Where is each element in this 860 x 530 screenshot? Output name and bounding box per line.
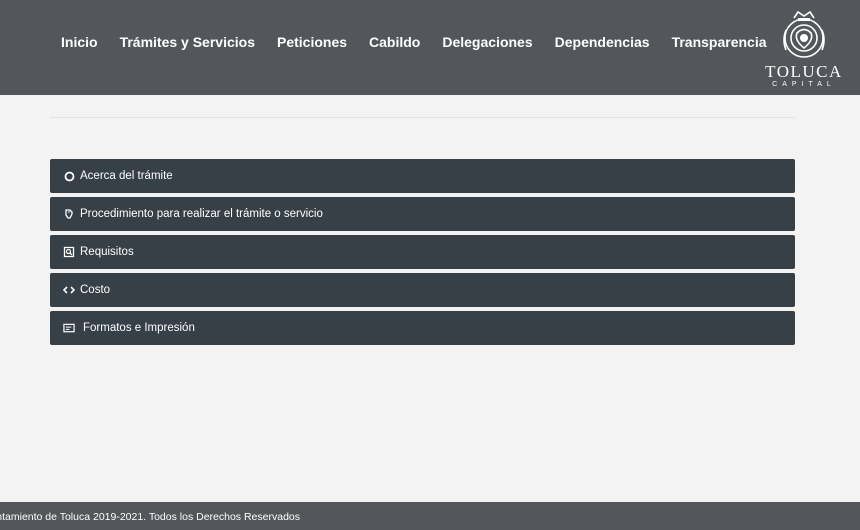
main-nav: Inicio Trámites y Servicios Peticiones C… [50, 31, 778, 53]
logo-subtitle: CAPITAL [772, 81, 836, 88]
hand-pointer-icon [63, 208, 75, 220]
tramite-accordion: Acerca del trámite Procedimiento para re… [50, 159, 795, 349]
accordion-item-requisitos[interactable]: Requisitos [50, 235, 795, 269]
accordion-item-procedimiento[interactable]: Procedimiento para realizar el trámite o… [50, 197, 795, 231]
accordion-label: Procedimiento para realizar el trámite o… [80, 208, 323, 220]
accordion-label: Costo [80, 284, 111, 296]
content-divider [50, 117, 795, 118]
search-document-icon [63, 246, 75, 258]
site-footer: Ayuntamiento de Toluca 2019-2021. Todos … [0, 502, 860, 530]
accordion-label: Formatos e Impresión [83, 322, 195, 334]
nav-item-cabildo[interactable]: Cabildo [358, 34, 431, 50]
nav-item-dependencias[interactable]: Dependencias [544, 34, 661, 50]
accordion-label: Acerca del trámite [80, 170, 173, 182]
logo-wordmark: TOLUCA [765, 62, 843, 81]
site-header: Inicio Trámites y Servicios Peticiones C… [0, 0, 860, 95]
code-icon [63, 284, 75, 296]
nav-item-tramites[interactable]: Trámites y Servicios [109, 34, 266, 50]
accordion-label: Requisitos [80, 246, 134, 258]
circle-icon [63, 170, 75, 182]
form-icon [63, 322, 75, 334]
toluca-logo[interactable]: TOLUCA CAPITAL [758, 8, 850, 94]
nav-item-peticiones[interactable]: Peticiones [266, 34, 358, 50]
nav-item-delegaciones[interactable]: Delegaciones [431, 34, 543, 50]
accordion-item-formatos[interactable]: Formatos e Impresión [50, 311, 795, 345]
crest-icon [783, 10, 825, 58]
accordion-item-costo[interactable]: Costo [50, 273, 795, 307]
nav-item-inicio[interactable]: Inicio [50, 34, 109, 50]
accordion-item-acerca[interactable]: Acerca del trámite [50, 159, 795, 193]
copyright-text: Ayuntamiento de Toluca 2019-2021. Todos … [0, 511, 300, 523]
